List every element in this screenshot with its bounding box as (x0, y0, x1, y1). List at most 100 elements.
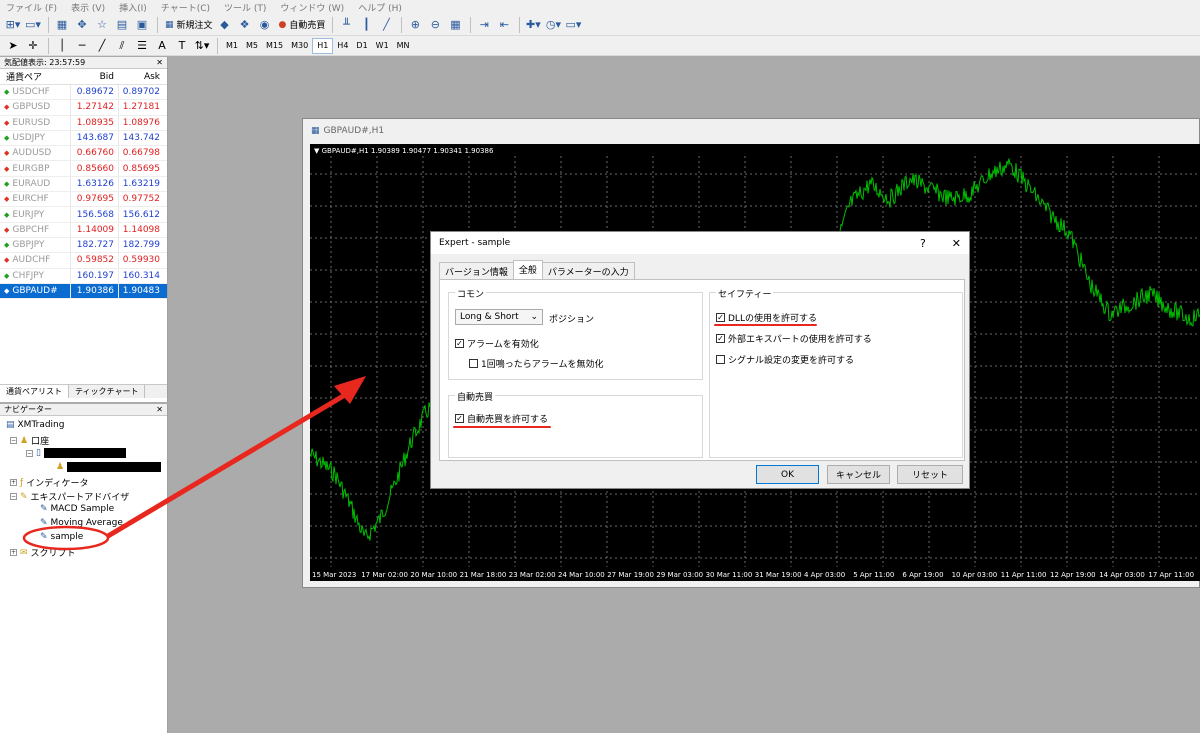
market-watch-row[interactable]: ◆ GBPCHF 1.14009 1.14098 (0, 222, 167, 238)
market-watch-row[interactable]: ◆ GBPUSD 1.27142 1.27181 (0, 100, 167, 116)
line-chart-icon[interactable]: ╱ (377, 16, 395, 34)
timeframe-button-h4[interactable]: H4 (333, 38, 352, 54)
vertical-line-icon[interactable]: │ (53, 37, 71, 55)
nav-scripts[interactable]: + ✉ スクリプト (10, 546, 76, 559)
menu-item[interactable]: 表示 (V) (71, 1, 105, 14)
timeframe-button-m15[interactable]: M15 (262, 38, 287, 54)
text-label-icon[interactable]: T (173, 37, 191, 55)
market-watch-row[interactable]: ◆ EURJPY 156.568 156.612 (0, 207, 167, 223)
timeframe-button-m5[interactable]: M5 (242, 38, 262, 54)
tab-general[interactable]: 全般 (512, 260, 543, 280)
market-watch-row[interactable]: ◆ GBPAUD# 1.90386 1.90483 (0, 283, 167, 300)
fibonacci-icon[interactable]: ☰ (133, 37, 151, 55)
zoom-out-icon[interactable]: ⊖ (426, 16, 444, 34)
allow-dll-checkbox[interactable]: ✓ (716, 313, 725, 322)
zoom-in-icon[interactable]: ⊕ (406, 16, 424, 34)
profiles-icon[interactable]: ▭▾ (24, 16, 42, 34)
navigator-icon[interactable]: ☆ (93, 16, 111, 34)
close-icon[interactable]: ✕ (156, 405, 163, 414)
nav-account-user[interactable]: ♟ (56, 462, 162, 472)
nav-account-server[interactable]: − ▯ (26, 448, 126, 458)
market-watch-row[interactable]: ◆ EURUSD 1.08935 1.08976 (0, 115, 167, 131)
crosshair-icon[interactable]: ✛ (24, 37, 42, 55)
market-watch-row[interactable]: ◆ USDJPY 143.687 143.742 (0, 130, 167, 147)
market-watch-row[interactable]: ◆ AUDCHF 0.59852 0.59930 (0, 253, 167, 269)
column-bid[interactable]: Bid (70, 72, 118, 82)
menu-item[interactable]: ファイル (F) (6, 1, 57, 14)
market-watch-row[interactable]: ◆ EURCHF 0.97695 0.97752 (0, 192, 167, 208)
nav-experts[interactable]: − ✎ エキスパートアドバイザ (10, 490, 129, 503)
market-watch-row[interactable]: ◆ USDCHF 0.89672 0.89702 (0, 85, 167, 101)
arrows-icon[interactable]: ⇅▾ (193, 37, 211, 55)
expand-icon[interactable]: + (10, 549, 17, 556)
auto-trade-button[interactable]: ● 自動売買 (276, 18, 329, 32)
allow-signal-change-row[interactable]: シグナル設定の変更を許可する (716, 353, 854, 366)
timeframe-button-w1[interactable]: W1 (372, 38, 393, 54)
nav-indicators[interactable]: + ƒ インディケータ (10, 476, 89, 489)
close-icon[interactable]: ✕ (952, 237, 961, 250)
close-icon[interactable]: ✕ (156, 58, 163, 67)
market-watch-row[interactable]: ◆ CHFJPY 160.197 160.314 (0, 268, 167, 284)
menu-item[interactable]: ウィンドウ (W) (280, 1, 344, 14)
market-watch-icon[interactable]: ▦ (53, 16, 71, 34)
text-icon[interactable]: A (153, 37, 171, 55)
tab-tick-chart[interactable]: ティックチャート (69, 385, 146, 398)
periods-icon[interactable]: ◷▾ (544, 16, 562, 34)
templates-icon[interactable]: ▭▾ (564, 16, 582, 34)
cursor-icon[interactable]: ➤ (4, 37, 22, 55)
allow-external-experts-checkbox[interactable]: ✓ (716, 334, 725, 343)
timeframe-button-h1[interactable]: H1 (312, 37, 334, 54)
allow-auto-trade-row[interactable]: ✓ 自動売買を許可する (455, 412, 548, 425)
autoscroll-icon[interactable]: ⇤ (495, 16, 513, 34)
menu-item[interactable]: チャート(C) (161, 1, 210, 14)
enable-alerts-row[interactable]: ✓ アラームを有効化 (455, 337, 539, 350)
bar-chart-icon[interactable]: ╨ (337, 16, 355, 34)
menu-item[interactable]: ツール (T) (224, 1, 266, 14)
indicators-icon[interactable]: ✚▾ (524, 16, 542, 34)
allow-auto-trade-checkbox[interactable]: ✓ (455, 414, 464, 423)
data-window-icon[interactable]: ✥ (73, 16, 91, 34)
nav-expert-moving-average[interactable]: ✎ Moving Average (40, 518, 123, 528)
timeframe-button-d1[interactable]: D1 (352, 38, 371, 54)
collapse-icon[interactable]: − (10, 437, 17, 444)
terminal-icon[interactable]: ▤ (113, 16, 131, 34)
nav-accounts[interactable]: − ♟ 口座 (10, 434, 49, 447)
signals-icon[interactable]: ❖ (236, 16, 254, 34)
cancel-button[interactable]: キャンセル (827, 465, 890, 484)
vps-icon[interactable]: ◉ (256, 16, 274, 34)
market-watch-row[interactable]: ◆ EURAUD 1.63126 1.63219 (0, 176, 167, 193)
menu-item[interactable]: ヘルプ (H) (358, 1, 402, 14)
tile-windows-icon[interactable]: ▦ (446, 16, 464, 34)
metaeditor-icon[interactable]: ◆ (216, 16, 234, 34)
trendline-icon[interactable]: ╱ (93, 37, 111, 55)
chart-shift-icon[interactable]: ⇥ (475, 16, 493, 34)
allow-external-experts-row[interactable]: ✓ 外部エキスパートの使用を許可する (716, 332, 872, 345)
disable-alert-once-checkbox[interactable] (469, 359, 478, 368)
market-watch-row[interactable]: ◆ EURGBP 0.85660 0.85695 (0, 161, 167, 177)
collapse-icon[interactable]: − (26, 449, 33, 457)
new-order-button[interactable]: ▦ 新規注文 (162, 18, 216, 32)
expand-icon[interactable]: + (10, 479, 17, 486)
menu-item[interactable]: 挿入(I) (119, 1, 147, 14)
new-chart-icon[interactable]: ⊞▾ (4, 16, 22, 34)
timeframe-button-m1[interactable]: M1 (222, 38, 242, 54)
market-watch-row[interactable]: ◆ AUDUSD 0.66760 0.66798 (0, 146, 167, 162)
column-ask[interactable]: Ask (118, 72, 164, 82)
tab-symbols[interactable]: 通貨ペアリスト (0, 385, 69, 398)
column-symbol[interactable]: 通貨ペア (0, 70, 70, 83)
help-icon[interactable]: ? (920, 237, 926, 250)
timeframe-button-mn[interactable]: MN (393, 38, 414, 54)
channel-icon[interactable]: ⫽ (113, 37, 131, 55)
reset-button[interactable]: リセット (897, 465, 963, 484)
allow-dll-row[interactable]: ✓ DLLの使用を許可する (716, 311, 817, 324)
collapse-icon[interactable]: − (10, 493, 17, 500)
allow-signal-change-checkbox[interactable] (716, 355, 725, 364)
disable-alert-once-row[interactable]: 1回鳴ったらアラームを無効化 (469, 357, 603, 370)
enable-alerts-checkbox[interactable]: ✓ (455, 339, 464, 348)
nav-root[interactable]: ▤ XMTrading (6, 420, 64, 430)
ok-button[interactable]: OK (756, 465, 819, 484)
position-select[interactable]: Long & Short ⌄ (455, 309, 543, 325)
candlestick-icon[interactable]: ┃ (357, 16, 375, 34)
nav-expert-macd[interactable]: ✎ MACD Sample (40, 504, 114, 514)
dialog-titlebar[interactable]: Expert - sample ? ✕ (431, 232, 969, 254)
